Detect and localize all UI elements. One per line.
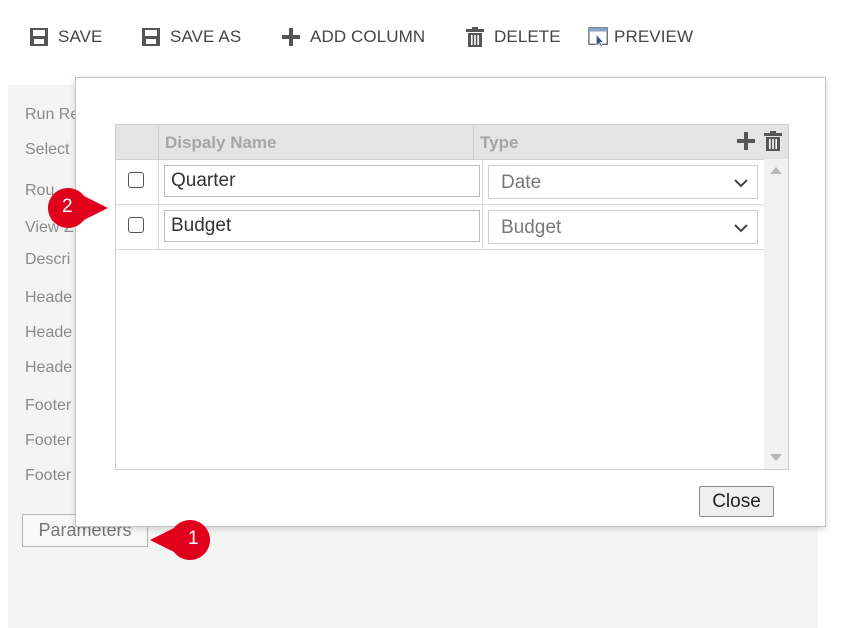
form-label: Descri xyxy=(25,251,71,268)
callout-body xyxy=(150,520,210,560)
plus-icon xyxy=(280,26,302,48)
chevron-down-icon xyxy=(733,221,749,233)
save-label: SAVE xyxy=(58,27,103,46)
save-icon xyxy=(28,26,50,48)
display-name-cell xyxy=(158,205,483,249)
delete-label: DELETE xyxy=(494,27,561,46)
scroll-down-arrow-icon[interactable] xyxy=(770,454,782,461)
display-name-cell xyxy=(158,160,483,204)
parameters-grid: Dispaly Name Type Quarter Date Budget Bu… xyxy=(115,124,789,470)
callout-marker: 1 xyxy=(148,518,236,562)
delete-row-icon[interactable] xyxy=(764,131,782,151)
preview-label: PREVIEW xyxy=(614,27,694,46)
type-header-label: Type xyxy=(480,133,519,152)
display-name-input[interactable] xyxy=(164,165,480,197)
form-label: Footer xyxy=(25,467,72,484)
form-label: Heade xyxy=(25,324,73,341)
type-selected-value: Budget xyxy=(501,217,562,238)
display-name-header-label: Dispaly Name xyxy=(165,133,277,152)
add-column-button[interactable]: ADD COLUMN xyxy=(280,24,425,50)
row-checkbox[interactable] xyxy=(128,217,144,233)
type-select[interactable]: Date xyxy=(488,165,758,199)
callout-body xyxy=(48,188,108,228)
form-label: Heade xyxy=(25,289,73,306)
row-checkbox[interactable] xyxy=(128,172,144,188)
save-as-button[interactable]: SAVE AS xyxy=(140,24,241,50)
save-as-icon xyxy=(140,26,162,48)
save-as-label: SAVE AS xyxy=(170,27,242,46)
type-selected-value: Date xyxy=(501,172,542,193)
form-label: Footer xyxy=(25,432,72,449)
callout-shape xyxy=(48,188,108,228)
chevron-down-icon xyxy=(733,176,749,188)
add-row-icon[interactable] xyxy=(736,131,756,151)
close-button[interactable]: Close xyxy=(699,486,774,517)
grid-scrollbar[interactable] xyxy=(764,159,788,469)
callout-number: 2 xyxy=(62,196,73,217)
scroll-up-arrow-icon[interactable] xyxy=(770,167,782,174)
form-label: Heade xyxy=(25,359,73,376)
form-label: Footer xyxy=(25,397,72,414)
save-button[interactable]: SAVE xyxy=(28,24,103,50)
callout-shape xyxy=(150,520,210,560)
table-row: Date xyxy=(116,160,764,205)
type-select[interactable]: Budget xyxy=(488,210,758,244)
parameters-dialog: Dispaly Name Type Quarter Date Budget Bu… xyxy=(75,77,826,527)
header-checkbox-cell xyxy=(116,125,159,159)
toolbar: SAVE SAVE AS ADD COLUMN DELETE PREVIEW xyxy=(0,0,844,74)
preview-icon xyxy=(588,26,610,48)
add-column-label: ADD COLUMN xyxy=(310,27,426,46)
form-label: Select xyxy=(25,141,70,158)
delete-button[interactable]: DELETE xyxy=(464,24,561,50)
form-label: Run Re xyxy=(25,106,80,123)
preview-button[interactable]: PREVIEW xyxy=(588,24,693,50)
grid-header: Dispaly Name Type xyxy=(116,125,788,160)
table-row: Budget xyxy=(116,205,764,250)
callout-marker: 2 xyxy=(38,186,126,230)
trash-icon xyxy=(464,26,486,48)
callout-number: 1 xyxy=(188,528,199,549)
column-header-display-name: Dispaly Name xyxy=(158,125,474,159)
display-name-input[interactable] xyxy=(164,210,480,242)
